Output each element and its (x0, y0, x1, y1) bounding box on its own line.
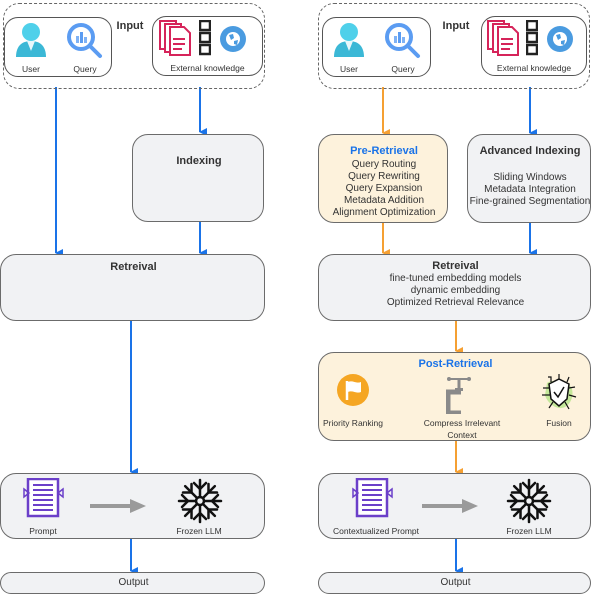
left-indexing-box: Indexing (132, 134, 264, 222)
left-output-box: Output (0, 572, 265, 594)
advanced-indexing-box: Advanced Indexing Sliding Windows Metada… (467, 134, 591, 223)
advanced-indexing-item: Fine-grained Segmentation (469, 196, 591, 207)
snowflake-icon (506, 478, 552, 524)
right-frozen-llm-label: Frozen LLM (506, 526, 552, 536)
right-user-label: User (340, 64, 358, 74)
left-generation-box: Prompt Frozen LLM (0, 473, 265, 539)
compress-clamp-icon (446, 377, 471, 414)
right-query-label: Query (391, 64, 415, 74)
left-user-label: User (22, 64, 40, 74)
advanced-indexing-items: Sliding Windows Metadata Integration Fin… (466, 172, 594, 208)
gray-arrow-icon (422, 499, 478, 513)
priority-ranking-label: Priority Ranking (323, 418, 383, 428)
advanced-indexing-item: Metadata Integration (484, 184, 576, 195)
documents-icon (159, 20, 191, 56)
right-retrieval-items: fine-tuned embedding models dynamic embe… (319, 273, 592, 309)
post-retrieval-title: Post-Retrieval (418, 358, 493, 370)
contextualized-prompt-label: Contextualized Prompt (333, 526, 419, 536)
compress-label-line1: Compress Irrelevant (423, 418, 501, 428)
left-retrieval-title: Retreival (110, 261, 157, 273)
pre-retrieval-item: Query Expansion (345, 183, 423, 194)
left-external-knowledge-label: External knowledge (170, 63, 245, 73)
pre-retrieval-items: Query Routing Query Rewriting Query Expa… (319, 159, 449, 219)
right-external-knowledge-group: External knowledge (481, 16, 587, 76)
left-frozen-llm-label: Frozen LLM (176, 526, 222, 536)
chain-link-icon (199, 20, 211, 56)
left-input-title: Input (116, 20, 144, 32)
left-prompt-label: Prompt (29, 526, 57, 536)
retrieval-item: Optimized Retrieval Relevance (386, 297, 525, 308)
right-retrieval-box: Retreival fine-tuned embedding models dy… (318, 254, 591, 321)
retrieval-item: fine-tuned embedding models (389, 273, 522, 284)
fusion-label: Fusion (546, 418, 572, 428)
left-external-knowledge-group: External knowledge (152, 16, 263, 76)
pre-retrieval-box: Pre-Retrieval Query Routing Query Rewrit… (318, 134, 448, 223)
post-retrieval-box: Post-Retrieval Priority Ranking Compress… (318, 352, 591, 441)
left-output-title: Output (118, 577, 149, 588)
right-output-box: Output (318, 572, 591, 594)
globe-icon (547, 26, 573, 52)
prompt-document-icon (23, 478, 64, 518)
left-retrieval-box: Retreival (0, 254, 265, 321)
compress-label-line2: Context (447, 430, 477, 440)
left-query-label: Query (73, 64, 97, 74)
retrieval-item: dynamic embedding (410, 285, 501, 296)
right-input-title: Input (442, 20, 470, 32)
advanced-indexing-item: Sliding Windows (493, 172, 567, 183)
right-external-knowledge-label: External knowledge (496, 63, 572, 73)
pre-retrieval-item: Metadata Addition (343, 195, 425, 206)
fusion-shield-icon (542, 374, 577, 410)
pre-retrieval-title: Pre-Retrieval (350, 145, 418, 157)
right-output-title: Output (440, 577, 471, 588)
query-search-icon (385, 23, 420, 58)
snowflake-icon (177, 478, 223, 524)
globe-icon (220, 26, 246, 52)
documents-icon (487, 20, 519, 56)
gray-arrow-icon (90, 499, 146, 513)
right-user-query-group: User Query (322, 17, 431, 77)
right-retrieval-title: Retreival (432, 260, 479, 272)
right-generation-box: Contextualized Prompt Frozen LLM (318, 473, 591, 539)
chain-link-icon (526, 20, 538, 56)
pre-retrieval-item: Query Routing (351, 159, 417, 170)
priority-flag-icon (337, 374, 369, 406)
pre-retrieval-item: Alignment Optimization (332, 207, 436, 218)
contextualized-prompt-icon (352, 478, 393, 518)
query-search-icon (67, 23, 102, 58)
user-icon (334, 23, 364, 57)
advanced-indexing-title: Advanced Indexing (479, 145, 581, 157)
user-icon (16, 23, 46, 57)
left-user-query-group: User Query (4, 17, 112, 77)
left-indexing-title: Indexing (176, 155, 222, 167)
pre-retrieval-item: Query Rewriting (348, 171, 420, 182)
